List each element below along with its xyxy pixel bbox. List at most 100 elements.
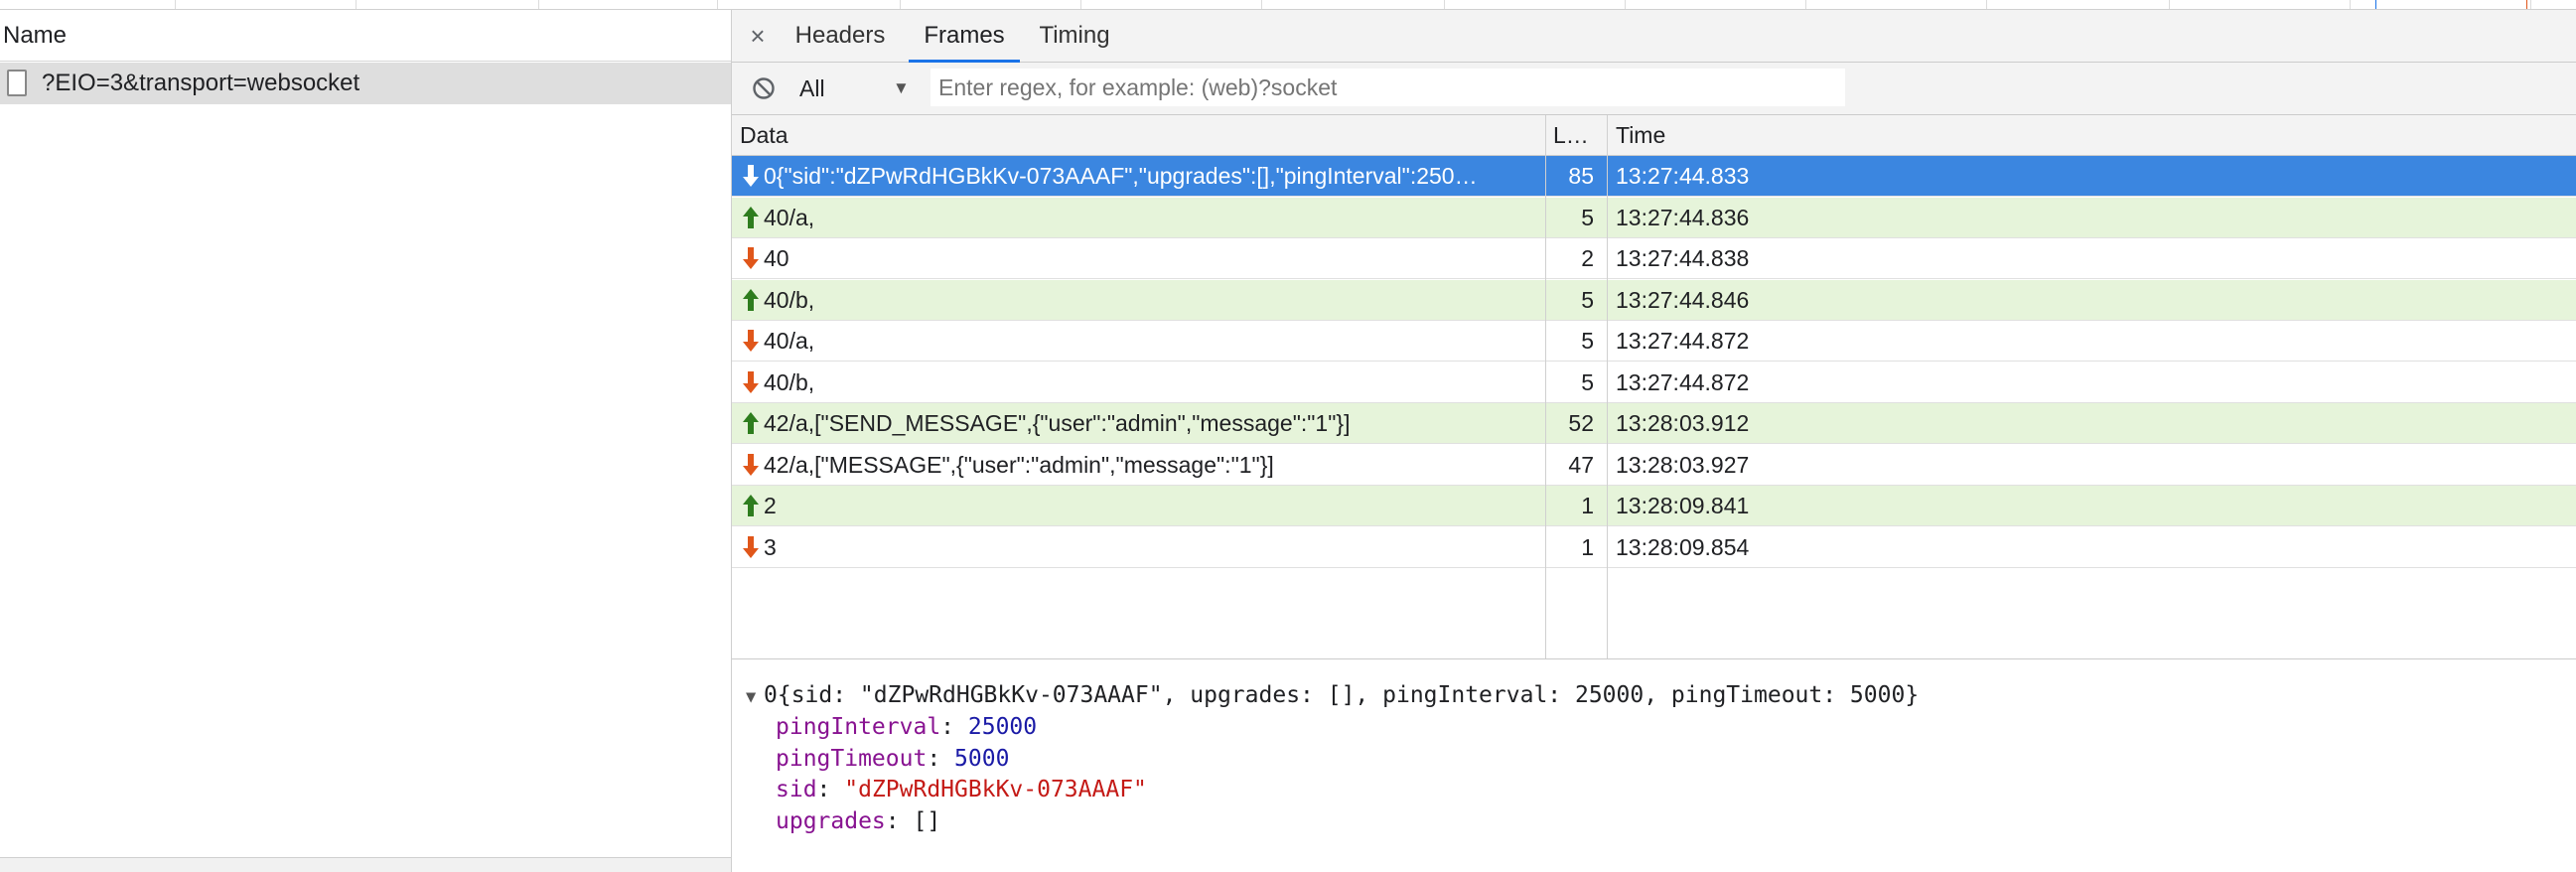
frame-row[interactable]: 40 2 13:27:44.838	[732, 238, 2576, 279]
regex-filter-input[interactable]	[930, 69, 1845, 106]
timeline-tick	[1080, 0, 1081, 9]
frame-data: 0{"sid":"dZPwRdHGBkKv-073AAAF","upgrades…	[742, 156, 1546, 196]
frame-time: 13:28:03.912	[1616, 410, 1750, 436]
tab-frames[interactable]: Frames	[909, 10, 1020, 63]
frame-length: 52	[1568, 410, 1594, 436]
frame-data-text: 40	[764, 245, 789, 271]
frame-row[interactable]: 3 1 13:28:09.854	[732, 526, 2576, 568]
arrow-up-icon	[743, 288, 759, 311]
arrow-down-icon	[743, 370, 759, 393]
frame-type-selected: All	[799, 75, 825, 101]
timeline-tick	[356, 0, 357, 9]
frame-row[interactable]: 0{"sid":"dZPwRdHGBkKv-073AAAF","upgrades…	[732, 156, 2576, 197]
frames-table-body: 0{"sid":"dZPwRdHGBkKv-073AAAF","upgrades…	[732, 156, 2576, 658]
column-divider[interactable]	[1545, 115, 1546, 658]
frame-data: 42/a,["MESSAGE",{"user":"admin","message…	[742, 445, 1546, 485]
frame-row[interactable]: 40/b, 5 13:27:44.872	[732, 362, 2576, 403]
column-header-data[interactable]: Data	[732, 115, 1545, 155]
frame-time: 13:28:09.854	[1616, 533, 1750, 560]
request-label: ?EIO=3&transport=websocket	[42, 70, 360, 96]
column-header-time[interactable]: Time	[1608, 115, 2005, 155]
frame-length: 1	[1581, 533, 1594, 560]
preview-property: pingTimeout: 5000	[776, 743, 1009, 775]
arrow-up-icon	[743, 412, 759, 434]
frame-row[interactable]: 42/a,["MESSAGE",{"user":"admin","message…	[732, 444, 2576, 486]
block-icon[interactable]	[752, 76, 776, 100]
timeline-tick	[1444, 0, 1445, 9]
frame-length: 5	[1581, 368, 1594, 395]
request-row-websocket[interactable]: ?EIO=3&transport=websocket	[0, 63, 731, 104]
preview-summary: 0{sid: "dZPwRdHGBkKv-073AAAF", upgrades:…	[764, 682, 1920, 708]
property-value: []	[913, 807, 941, 834]
timeline-tick	[1261, 0, 1262, 9]
property-key: upgrades	[776, 807, 886, 834]
timeline-tick	[717, 0, 718, 9]
frame-time: 13:27:44.872	[1616, 368, 1750, 395]
frame-data-text: 42/a,["SEND_MESSAGE",{"user":"admin","me…	[764, 410, 1351, 436]
name-column-header[interactable]: Name	[0, 10, 731, 62]
frame-length: 5	[1581, 286, 1594, 313]
file-icon	[7, 70, 27, 96]
frame-time: 13:28:09.841	[1616, 493, 1750, 518]
column-divider[interactable]	[1607, 115, 1608, 658]
timeline-tick	[538, 0, 539, 9]
timeline-marker	[2526, 0, 2527, 9]
preview-property: pingInterval: 25000	[776, 711, 1037, 743]
frame-data: 2	[742, 486, 1546, 525]
frame-data-text: 42/a,["MESSAGE",{"user":"admin","message…	[764, 451, 1274, 478]
property-separator: :	[816, 777, 845, 802]
timeline-tick	[2169, 0, 2170, 9]
timeline-tick	[175, 0, 176, 9]
arrow-down-icon	[743, 535, 759, 558]
frame-length: 47	[1568, 451, 1594, 478]
column-header-length[interactable]: L…	[1546, 115, 1607, 155]
property-value: 5000	[954, 745, 1010, 772]
tab-timing[interactable]: Timing	[1034, 10, 1115, 62]
frame-length: 5	[1581, 328, 1594, 354]
frame-length: 1	[1581, 493, 1594, 518]
horizontal-scrollbar[interactable]	[0, 857, 731, 872]
arrow-down-icon	[743, 453, 759, 476]
frame-time: 13:27:44.846	[1616, 286, 1750, 313]
frame-data: 42/a,["SEND_MESSAGE",{"user":"admin","me…	[742, 403, 1546, 443]
tab-headers[interactable]: Headers	[786, 10, 895, 62]
frame-data: 40/a,	[742, 198, 1546, 237]
arrow-down-icon	[743, 247, 759, 269]
preview-property: sid: "dZPwRdHGBkKv-073AAAF"	[776, 774, 1147, 805]
frame-time: 13:27:44.836	[1616, 204, 1750, 230]
close-icon[interactable]: ×	[744, 10, 772, 62]
triangle-down-icon[interactable]: ▼	[746, 681, 764, 713]
property-separator: :	[927, 745, 955, 772]
frame-data-text: 40/b,	[764, 368, 815, 395]
timeline-marker	[2375, 0, 2376, 9]
timeline-tick	[2350, 0, 2351, 9]
frame-data: 40	[742, 238, 1546, 278]
details-tab-bar: × Headers Frames Timing	[732, 10, 2576, 63]
timeline-tick	[1625, 0, 1626, 9]
frame-length: 5	[1581, 204, 1594, 230]
frame-row[interactable]: 2 1 13:28:09.841	[732, 486, 2576, 526]
frame-row[interactable]: 40/b, 5 13:27:44.846	[732, 279, 2576, 321]
frame-row[interactable]: 40/a, 5 13:27:44.872	[732, 321, 2576, 362]
frames-table-header: Data L… Time	[732, 115, 2576, 156]
arrow-up-icon	[743, 495, 759, 516]
arrow-down-icon	[743, 165, 759, 187]
frame-data-text: 40/b,	[764, 286, 815, 313]
request-list-pane: Name ?EIO=3&transport=websocket	[0, 10, 732, 872]
frame-time: 13:28:03.927	[1616, 451, 1750, 478]
property-separator: :	[940, 714, 968, 740]
property-key: pingInterval	[776, 714, 941, 740]
property-value: "dZPwRdHGBkKv-073AAAF"	[844, 777, 1147, 802]
arrow-up-icon	[743, 206, 759, 228]
frame-row[interactable]: 40/a, 5 13:27:44.836	[732, 197, 2576, 238]
frame-data-text: 2	[764, 493, 777, 518]
frame-data: 40/b,	[742, 280, 1546, 320]
timeline-tick	[1986, 0, 1987, 9]
property-value: 25000	[967, 714, 1038, 740]
timeline-tick	[2530, 0, 2531, 9]
preview-summary-line[interactable]: ▼ 0{sid: "dZPwRdHGBkKv-073AAAF", upgrades…	[746, 679, 1919, 711]
frame-row[interactable]: 42/a,["SEND_MESSAGE",{"user":"admin","me…	[732, 403, 2576, 444]
property-key: pingTimeout	[776, 745, 928, 772]
frame-data-text: 40/a,	[764, 204, 815, 230]
frames-table: Data L… Time 0{"sid":"dZPwRdHGBkKv-073AA…	[732, 115, 2576, 659]
